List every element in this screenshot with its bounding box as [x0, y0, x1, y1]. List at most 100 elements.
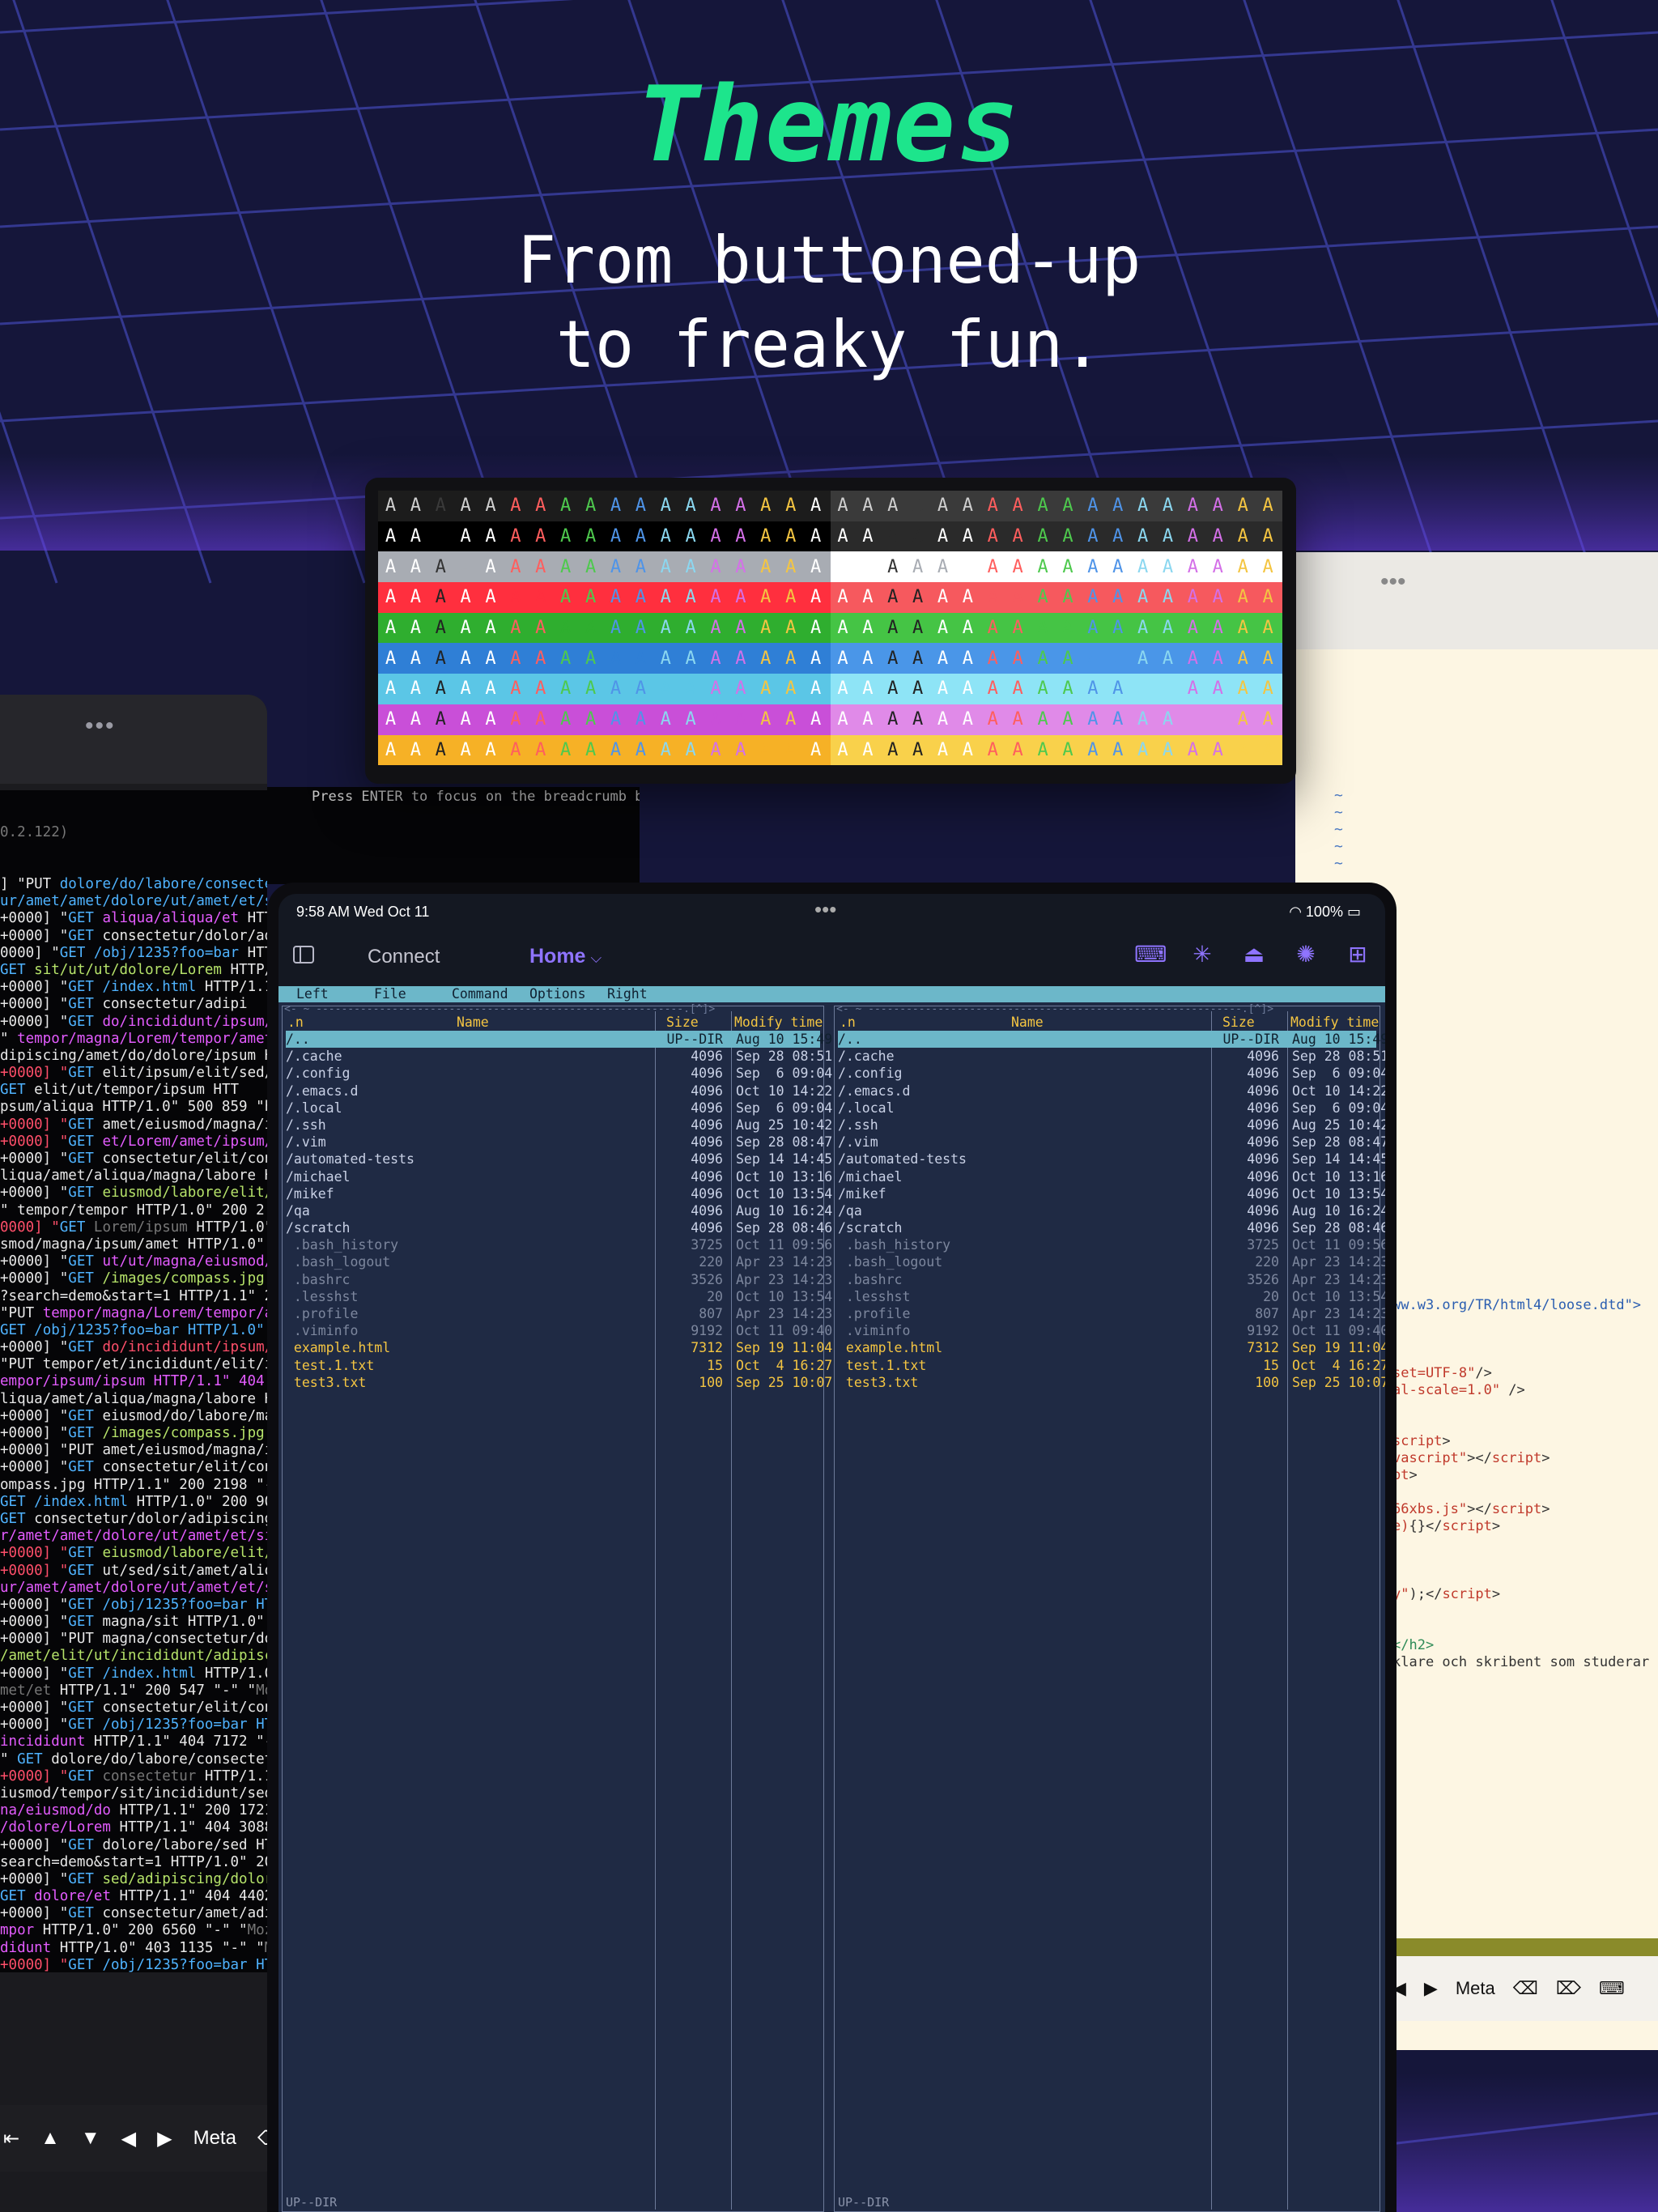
palette-glyph: A: [937, 709, 949, 730]
file-row[interactable]: /.. UP--DIR Aug 10 15:49: [286, 1031, 832, 1049]
text-segment: klare och skribent som studerar medi: [1392, 1654, 1658, 1670]
file-row[interactable]: .viminfo 9192 Oct 11 09:40: [838, 1322, 1385, 1339]
file-row[interactable]: .lesshst 20 Oct 10 13:54: [838, 1288, 1385, 1305]
key-button[interactable]: ⌦: [1556, 1978, 1581, 1999]
more-icon[interactable]: •••: [1380, 568, 1406, 596]
more-icon[interactable]: •••: [85, 713, 116, 740]
sparkle-icon[interactable]: ✳: [1186, 941, 1218, 968]
file-row[interactable]: /.vim 4096 Sep 28 08:47: [286, 1134, 832, 1151]
file-row[interactable]: /.. UP--DIR Aug 10 15:49: [838, 1031, 1385, 1049]
column-header-name[interactable]: Name: [1011, 1015, 1044, 1030]
column-header-time[interactable]: Modify time: [1290, 1015, 1379, 1030]
file-row[interactable]: /.local 4096 Sep 6 09:04: [838, 1100, 1385, 1117]
mc-menu-item[interactable]: Options: [512, 986, 589, 1002]
file-row[interactable]: .bash_logout 220 Apr 23 14:23: [286, 1253, 832, 1270]
file-row[interactable]: .bash_logout 220 Apr 23 14:23: [838, 1253, 1385, 1270]
mc-menu-item[interactable]: File: [356, 986, 434, 1002]
file-row[interactable]: /mikef 4096 Oct 10 13:54: [286, 1185, 832, 1202]
column-header-name[interactable]: Name: [457, 1015, 489, 1030]
file-row[interactable]: .bashrc 3526 Apr 23 14:23: [286, 1271, 832, 1288]
file-row[interactable]: /.config 4096 Sep 6 09:04: [286, 1065, 832, 1082]
theme-row[interactable]: AAAAAAAAAAAAAAAAAAAAAAAAAAAAAAAAAAAA: [378, 521, 1282, 552]
column-header-n[interactable]: .n: [840, 1015, 856, 1030]
left-terminal[interactable]: 0.2.122) ] "PUT dolore/do/labore/consect…: [0, 790, 267, 1972]
file-row[interactable]: /.cache 4096 Sep 28 08:51: [286, 1048, 832, 1065]
key-button[interactable]: ▶: [157, 2127, 172, 2150]
key-meta[interactable]: Meta: [1456, 1978, 1495, 1999]
file-row[interactable]: /automated-tests 4096 Sep 14 14:45: [838, 1151, 1385, 1168]
text-segment: );</: [1409, 1586, 1443, 1602]
sidebar-toggle-icon[interactable]: [293, 946, 314, 963]
palette-glyph: A: [435, 496, 446, 517]
keyboard-icon[interactable]: ⌨: [1134, 941, 1167, 968]
file-row[interactable]: test.1.txt 15 Oct 4 16:27: [838, 1357, 1385, 1374]
column-header-time[interactable]: Modify time: [734, 1015, 823, 1030]
file-row[interactable]: test3.txt 100 Sep 25 10:07: [286, 1374, 832, 1391]
file-row[interactable]: /qa 4096 Aug 10 16:24: [838, 1202, 1385, 1219]
key-button[interactable]: ⌫: [257, 2127, 267, 2150]
file-row[interactable]: /.ssh 4096 Aug 25 10:42: [838, 1117, 1385, 1134]
connect-tab[interactable]: Connect: [368, 946, 440, 968]
key-button[interactable]: ⌫: [1513, 1978, 1538, 1999]
file-row[interactable]: /mikef 4096 Oct 10 13:54: [838, 1185, 1385, 1202]
file-name: /.ssh: [286, 1117, 326, 1133]
file-row[interactable]: /automated-tests 4096 Sep 14 14:45: [286, 1151, 832, 1168]
file-row[interactable]: example.html 7312 Sep 19 11:04: [838, 1339, 1385, 1356]
file-row[interactable]: test3.txt 100 Sep 25 10:07: [838, 1374, 1385, 1391]
file-row[interactable]: /.ssh 4096 Aug 25 10:42: [286, 1117, 832, 1134]
mc-menu-item[interactable]: Command: [434, 986, 512, 1002]
column-header-n[interactable]: .n: [287, 1015, 304, 1030]
theme-row[interactable]: AAAAAAAAAAAAAAAAAAAAAAAAAAAAAAAAAAAA: [378, 551, 1282, 583]
file-row[interactable]: /.cache 4096 Sep 28 08:51: [838, 1048, 1385, 1065]
file-row[interactable]: /.config 4096 Sep 6 09:04: [838, 1065, 1385, 1082]
file-row[interactable]: .profile 807 Apr 23 14:23: [286, 1305, 832, 1322]
file-row[interactable]: .viminfo 9192 Oct 11 09:40: [286, 1322, 832, 1339]
theme-row[interactable]: AAAAAAAAAAAAAAAAAAAAAAAAAAAAAAAAAAAA: [378, 674, 1282, 704]
multitask-icon[interactable]: •••: [814, 897, 836, 922]
theme-row[interactable]: AAAAAAAAAAAAAAAAAAAAAAAAAAAAAAAAAAAA: [378, 734, 1282, 766]
file-row[interactable]: /.local 4096 Sep 6 09:04: [286, 1100, 832, 1117]
file-row[interactable]: .bash_history 3725 Oct 11 09:56: [286, 1236, 832, 1253]
key-button[interactable]: ⌨: [1599, 1978, 1625, 1999]
mc-menu-item[interactable]: Left: [278, 986, 356, 1002]
theme-row[interactable]: AAAAAAAAAAAAAAAAAAAAAAAAAAAAAAAAAAAA: [378, 612, 1282, 644]
file-name: .bash_history: [838, 1237, 951, 1253]
file-row[interactable]: /scratch 4096 Sep 28 08:46: [838, 1219, 1385, 1236]
file-row[interactable]: .profile 807 Apr 23 14:23: [838, 1305, 1385, 1322]
key-button[interactable]: ▶: [1424, 1978, 1438, 1999]
column-header-size[interactable]: Size: [666, 1015, 699, 1030]
file-row[interactable]: /qa 4096 Aug 10 16:24: [286, 1202, 832, 1219]
file-row[interactable]: /.emacs.d 4096 Oct 10 14:22: [286, 1083, 832, 1100]
text-segment: tempor/tempor HTTP/1.0" 200 2: [17, 1202, 265, 1219]
palette-glyph: A: [510, 648, 521, 669]
theme-row[interactable]: AAAAAAAAAAAAAAAAAAAAAAAAAAAAAAAAAAAA: [378, 582, 1282, 613]
file-row[interactable]: /michael 4096 Oct 10 13:16: [838, 1168, 1385, 1185]
right-file-panel[interactable]: <- ~ -----------------------------------…: [834, 1003, 1385, 2212]
key-button[interactable]: ◀: [121, 2127, 136, 2150]
file-row[interactable]: /.emacs.d 4096 Oct 10 14:22: [838, 1083, 1385, 1100]
home-tab[interactable]: Home ⌵: [529, 945, 602, 968]
file-row[interactable]: /scratch 4096 Sep 28 08:46: [286, 1219, 832, 1236]
file-row[interactable]: .bash_history 3725 Oct 11 09:56: [838, 1236, 1385, 1253]
theme-row[interactable]: AAAAAAAAAAAAAAAAAAAAAAAAAAAAAAAAAAAA: [378, 491, 1282, 521]
key-button[interactable]: ⇤: [3, 2127, 19, 2150]
file-row[interactable]: /.vim 4096 Sep 28 08:47: [838, 1134, 1385, 1151]
settings-gear-icon[interactable]: ✺: [1290, 941, 1322, 968]
key-meta[interactable]: Meta: [193, 2127, 236, 2150]
theme-row[interactable]: AAAAAAAAAAAAAAAAAAAAAAAAAAAAAAAAAAAA: [378, 643, 1282, 674]
mc-menu-item[interactable]: Right: [589, 986, 667, 1002]
key-button[interactable]: ▼: [81, 2127, 100, 2150]
file-row[interactable]: test.1.txt 15 Oct 4 16:27: [286, 1357, 832, 1374]
key-button[interactable]: ▲: [40, 2127, 60, 2150]
new-tab-icon[interactable]: ⊞: [1341, 941, 1374, 968]
theme-row[interactable]: AAAAAAAAAAAAAAAAAAAAAAAAAAAAAAAAAAAA: [378, 704, 1282, 735]
file-row[interactable]: /michael 4096 Oct 10 13:16: [286, 1168, 832, 1185]
file-row[interactable]: example.html 7312 Sep 19 11:04: [286, 1339, 832, 1356]
midnight-commander[interactable]: Left File Command Options Right <- ~ -------…: [278, 986, 1385, 2212]
file-row[interactable]: .lesshst 20 Oct 10 13:54: [286, 1288, 832, 1305]
file-row[interactable]: .bashrc 3526 Apr 23 14:23: [838, 1271, 1385, 1288]
column-header-size[interactable]: Size: [1222, 1015, 1255, 1030]
code-editor[interactable]: ww.w3.org/TR/html4/loose.dtd"> set=UTF-8"…: [1392, 1297, 1658, 1671]
left-file-panel[interactable]: <- ~ -----------------------------------…: [282, 1003, 832, 2212]
eject-icon[interactable]: ⏏: [1238, 941, 1270, 968]
